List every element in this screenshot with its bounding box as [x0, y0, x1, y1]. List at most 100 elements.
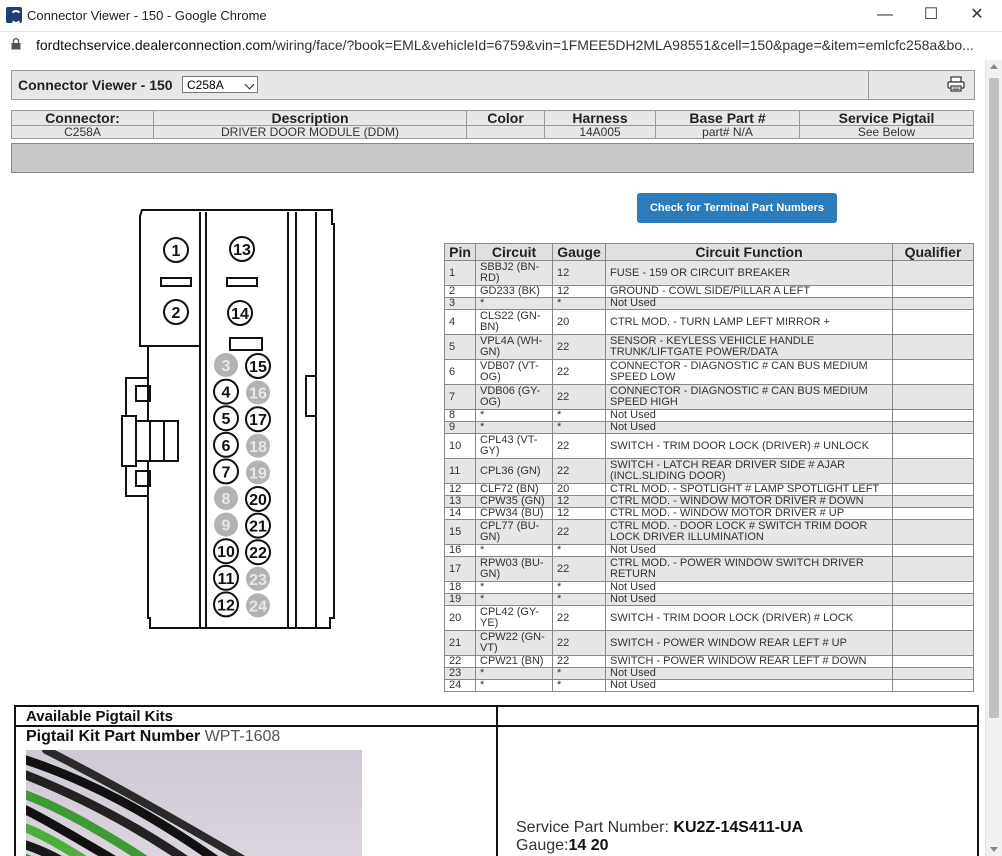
pin-header: Qualifier [892, 243, 974, 261]
pin-12: 12 [213, 591, 239, 618]
pin-cell-pin: 4 [444, 309, 476, 335]
svg-text:21: 21 [249, 519, 267, 536]
pin-cell-pin: 5 [444, 334, 476, 360]
pin-cell-qualifier [892, 605, 974, 631]
pin-cell-circuit: * [475, 581, 553, 594]
pin-cell-function: Not Used [605, 421, 893, 434]
pin-15: 15 [245, 353, 271, 379]
maximize-icon[interactable]: ☐ [908, 3, 954, 27]
svg-text:8: 8 [222, 491, 231, 508]
pin-7: 7 [213, 458, 239, 485]
pin-cell-gauge: * [552, 593, 606, 606]
close-icon[interactable]: ✕ [954, 3, 1000, 27]
svg-text:2: 2 [172, 305, 181, 322]
pin-cell-qualifier [892, 581, 974, 594]
pin-cell-circuit: RPW03 (BU-GN) [475, 556, 553, 582]
pin-cell-circuit: * [475, 409, 553, 422]
pin-cell-qualifier [892, 507, 974, 520]
pin-cell-pin: 18 [444, 581, 476, 594]
scroll-down-icon[interactable] [990, 847, 998, 852]
table-row: 22 CPW21 (BN) 22 SWITCH - POWER WINDOW REAR… [444, 655, 974, 668]
pin-cell-function: Not Used [605, 679, 893, 692]
window-titlebar: Connector Viewer - 150 - Google Chrome —… [0, 0, 1002, 32]
pin-cell-qualifier [892, 495, 974, 508]
table-row: 12 CLF72 (BN) 20 CTRL MOD. - SPOTLIGHT # LA… [444, 483, 974, 496]
pin-cell-circuit: * [475, 593, 553, 606]
pin-cell-function: GROUND - COWL SIDE/PILLAR A LEFT [605, 285, 893, 298]
address-bar[interactable]: fordtechservice.dealerconnection.com/wir… [0, 32, 1002, 59]
url-text[interactable]: fordtechservice.dealerconnection.com/wir… [36, 37, 986, 53]
pin-cell-pin: 7 [444, 384, 476, 410]
pin-cell-qualifier [892, 679, 974, 692]
pin-cell-circuit: * [475, 297, 553, 310]
pin-cell-circuit: CPW35 (GN) [475, 495, 553, 508]
connector-select[interactable]: C258A [182, 76, 258, 93]
info-value: See Below [799, 125, 974, 139]
minimize-icon[interactable]: — [862, 3, 908, 27]
pigtail-column-divider [496, 707, 498, 856]
pin-cell-pin: 23 [444, 667, 476, 680]
pin-cell-circuit: CLS22 (GN-BN) [475, 309, 553, 335]
table-row: 8 * * Not Used [444, 409, 974, 422]
scroll-up-icon[interactable] [990, 64, 998, 69]
table-row: 13 CPW35 (GN) 12 CTRL MOD. - WINDOW MOTOR D… [444, 495, 974, 508]
svg-text:12: 12 [217, 597, 235, 614]
pin-5: 5 [213, 405, 239, 432]
pin-23: 23 [246, 566, 270, 591]
table-row: 4 CLS22 (GN-BN) 20 CTRL MOD. - TURN LAMP LE… [444, 309, 974, 335]
pin-cell-pin: 16 [444, 544, 476, 557]
pin-cell-circuit: * [475, 421, 553, 434]
pin-cell-gauge: 22 [552, 384, 606, 410]
pin-cell-function: FUSE - 159 OR CIRCUIT BREAKER [605, 260, 893, 286]
pin-cell-function: SWITCH - POWER WINDOW REAR LEFT # UP [605, 630, 893, 656]
pin-cell-function: SWITCH - POWER WINDOW REAR LEFT # DOWN [605, 655, 893, 668]
info-value: DRIVER DOOR MODULE (DDM) [153, 125, 467, 139]
table-row: 10 CPL43 (VT-GY) 22 SWITCH - TRIM DOOR LOCK… [444, 433, 974, 459]
pin-cell-gauge: 22 [552, 630, 606, 656]
pin-cell-gauge: * [552, 667, 606, 680]
pin-2: 2 [163, 299, 189, 325]
pin-cell-function: CONNECTOR - DIAGNOSTIC # CAN BUS MEDIUM … [605, 359, 893, 385]
svg-text:18: 18 [249, 439, 267, 456]
pin-cell-function: Not Used [605, 409, 893, 422]
vertical-scrollbar[interactable] [985, 60, 1002, 856]
info-header: Connector: [11, 110, 154, 126]
pin-cell-pin: 9 [444, 421, 476, 434]
pin-cell-pin: 13 [444, 495, 476, 508]
pin-cell-circuit: CLF72 (BN) [475, 483, 553, 496]
pin-cell-gauge: 22 [552, 605, 606, 631]
pin-cell-pin: 3 [444, 297, 476, 310]
svg-text:10: 10 [217, 544, 235, 561]
table-row: 5 VPL4A (WH-GN) 22 SENSOR - KEYLESS VEHICLE… [444, 334, 974, 360]
check-terminal-parts-button[interactable]: Check for Terminal Part Numbers [637, 193, 837, 223]
pin-cell-circuit: CPW34 (BU) [475, 507, 553, 520]
pin-cell-function: Not Used [605, 593, 893, 606]
pin-header: Gauge [552, 243, 606, 261]
pin-1: 1 [163, 237, 189, 263]
pin-cell-gauge: * [552, 409, 606, 422]
table-row: 21 CPW22 (GN-VT) 22 SWITCH - POWER WINDOW R… [444, 630, 974, 656]
table-row: 3 * * Not Used [444, 297, 974, 310]
svg-text:1: 1 [172, 243, 181, 260]
pin-cell-gauge: 12 [552, 495, 606, 508]
viewer-header: Connector Viewer - 150 C258A [11, 70, 975, 100]
info-value [466, 125, 545, 139]
pin-cell-qualifier [892, 297, 974, 310]
pin-cell-function: SWITCH - TRIM DOOR LOCK (DRIVER) # UNLOC… [605, 433, 893, 459]
pin-cell-pin: 20 [444, 605, 476, 631]
pin-cell-gauge: * [552, 421, 606, 434]
pin-6: 6 [213, 431, 239, 458]
pin-cell-qualifier [892, 285, 974, 298]
pin-cell-pin: 22 [444, 655, 476, 668]
pin-13: 13 [229, 236, 255, 262]
svg-text:7: 7 [222, 464, 231, 481]
pin-cell-circuit: SBBJ2 (BN-RD) [475, 260, 553, 286]
svg-text:23: 23 [249, 572, 267, 589]
pin-21: 21 [245, 512, 271, 539]
pin-cell-gauge: 12 [552, 260, 606, 286]
pin-cell-circuit: CPW21 (BN) [475, 655, 553, 668]
scrollbar-thumb[interactable] [989, 78, 999, 718]
printer-icon[interactable] [947, 76, 965, 92]
slot-mark [160, 277, 192, 287]
info-value: C258A [11, 125, 154, 139]
